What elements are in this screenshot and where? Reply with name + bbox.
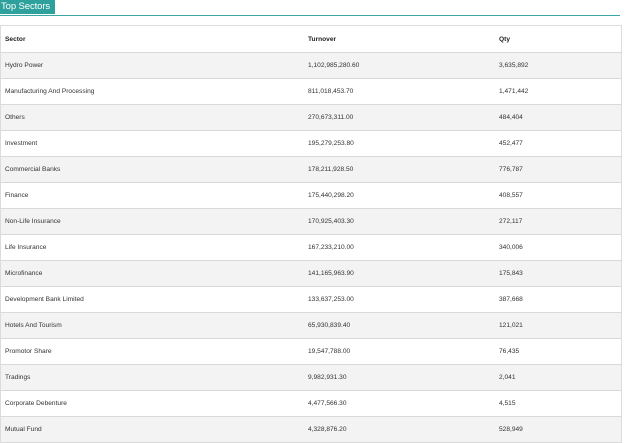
qty-cell: 387,668 [499, 286, 621, 313]
sector-cell: Hydro Power [1, 52, 308, 79]
qty-cell: 452,477 [499, 130, 621, 157]
qty-cell: 484,404 [499, 104, 621, 131]
sector-cell: Promotor Share [1, 338, 308, 365]
sector-cell: Investment [1, 130, 308, 157]
turnover-cell: 167,233,210.00 [308, 234, 499, 261]
qty-cell: 76,435 [499, 338, 621, 365]
sector-cell: Others [1, 104, 308, 131]
turnover-cell: 195,279,253.80 [308, 130, 499, 157]
column-header-qty[interactable]: Qty [499, 26, 621, 53]
turnover-cell: 133,637,253.00 [308, 286, 499, 313]
table-row[interactable]: Hotels And Tourism 65,930,839.40 121,021 [1, 312, 621, 339]
sector-cell: Life Insurance [1, 234, 308, 261]
sector-cell: Manufacturing And Processing [1, 78, 308, 105]
turnover-cell: 4,477,566.30 [308, 390, 499, 417]
table-row[interactable]: Corporate Debenture 4,477,566.30 4,515 [1, 390, 621, 417]
table-row[interactable]: Development Bank Limited 133,637,253.00 38… [1, 286, 621, 313]
sector-cell: Finance [1, 182, 308, 209]
sectors-table: Sector Turnover Qty Hydro Power 1,102,985… [1, 26, 621, 443]
qty-cell: 121,021 [499, 312, 621, 339]
qty-cell: 408,557 [499, 182, 621, 209]
turnover-cell: 1,102,985,280.60 [308, 52, 499, 79]
turnover-cell: 65,930,839.40 [308, 312, 499, 339]
sector-cell: Hotels And Tourism [1, 312, 308, 339]
qty-cell: 4,515 [499, 390, 621, 417]
qty-cell: 2,041 [499, 364, 621, 391]
turnover-cell: 4,328,876.20 [308, 416, 499, 443]
turnover-cell: 811,018,453.70 [308, 78, 499, 105]
sector-cell: Microfinance [1, 260, 308, 287]
qty-cell: 272,117 [499, 208, 621, 235]
turnover-cell: 170,925,403.30 [308, 208, 499, 235]
turnover-cell: 9,982,931.30 [308, 364, 499, 391]
table-body: Hydro Power 1,102,985,280.60 3,635,892 Manu… [1, 52, 621, 443]
column-header-sector[interactable]: Sector [1, 26, 308, 53]
table-row[interactable]: Non-Life Insurance 170,925,403.30 272,117 [1, 208, 621, 235]
table-row[interactable]: Others 270,673,311.00 484,404 [1, 104, 621, 131]
turnover-cell: 141,165,963.90 [308, 260, 499, 287]
qty-cell: 175,843 [499, 260, 621, 287]
panel-title-tab: Top Sectors [0, 0, 56, 14]
qty-cell: 340,006 [499, 234, 621, 261]
qty-cell: 1,471,442 [499, 78, 621, 105]
table-row[interactable]: Mutual Fund 4,328,876.20 528,949 [1, 416, 621, 443]
sector-cell: Tradings [1, 364, 308, 391]
table-row[interactable]: Finance 175,440,298.20 408,557 [1, 182, 621, 209]
table-row[interactable]: Life Insurance 167,233,210.00 340,006 [1, 234, 621, 261]
table-row[interactable]: Promotor Share 19,547,788.00 76,435 [1, 338, 621, 365]
table-row[interactable]: Manufacturing And Processing 811,018,453.… [1, 78, 621, 105]
sector-cell: Non-Life Insurance [1, 208, 308, 235]
turnover-cell: 19,547,788.00 [308, 338, 499, 365]
table-header-row: Sector Turnover Qty [1, 26, 621, 53]
turnover-cell: 270,673,311.00 [308, 104, 499, 131]
table-row[interactable]: Hydro Power 1,102,985,280.60 3,635,892 [1, 52, 621, 79]
qty-cell: 776,787 [499, 156, 621, 183]
sector-cell: Corporate Debenture [1, 390, 308, 417]
turnover-cell: 175,440,298.20 [308, 182, 499, 209]
table-row[interactable]: Investment 195,279,253.80 452,477 [1, 130, 621, 157]
sectors-table-container: Sector Turnover Qty Hydro Power 1,102,985… [0, 25, 622, 443]
table-row[interactable]: Commercial Banks 178,211,928.50 776,787 [1, 156, 621, 183]
table-row[interactable]: Tradings 9,982,931.30 2,041 [1, 364, 621, 391]
sector-cell: Development Bank Limited [1, 286, 308, 313]
turnover-cell: 178,211,928.50 [308, 156, 499, 183]
column-header-turnover[interactable]: Turnover [308, 26, 499, 53]
sector-cell: Commercial Banks [1, 156, 308, 183]
panel-header: Top Sectors [0, 0, 620, 16]
table-row[interactable]: Microfinance 141,165,963.90 175,843 [1, 260, 621, 287]
qty-cell: 528,949 [499, 416, 621, 443]
sector-cell: Mutual Fund [1, 416, 308, 443]
qty-cell: 3,635,892 [499, 52, 621, 79]
